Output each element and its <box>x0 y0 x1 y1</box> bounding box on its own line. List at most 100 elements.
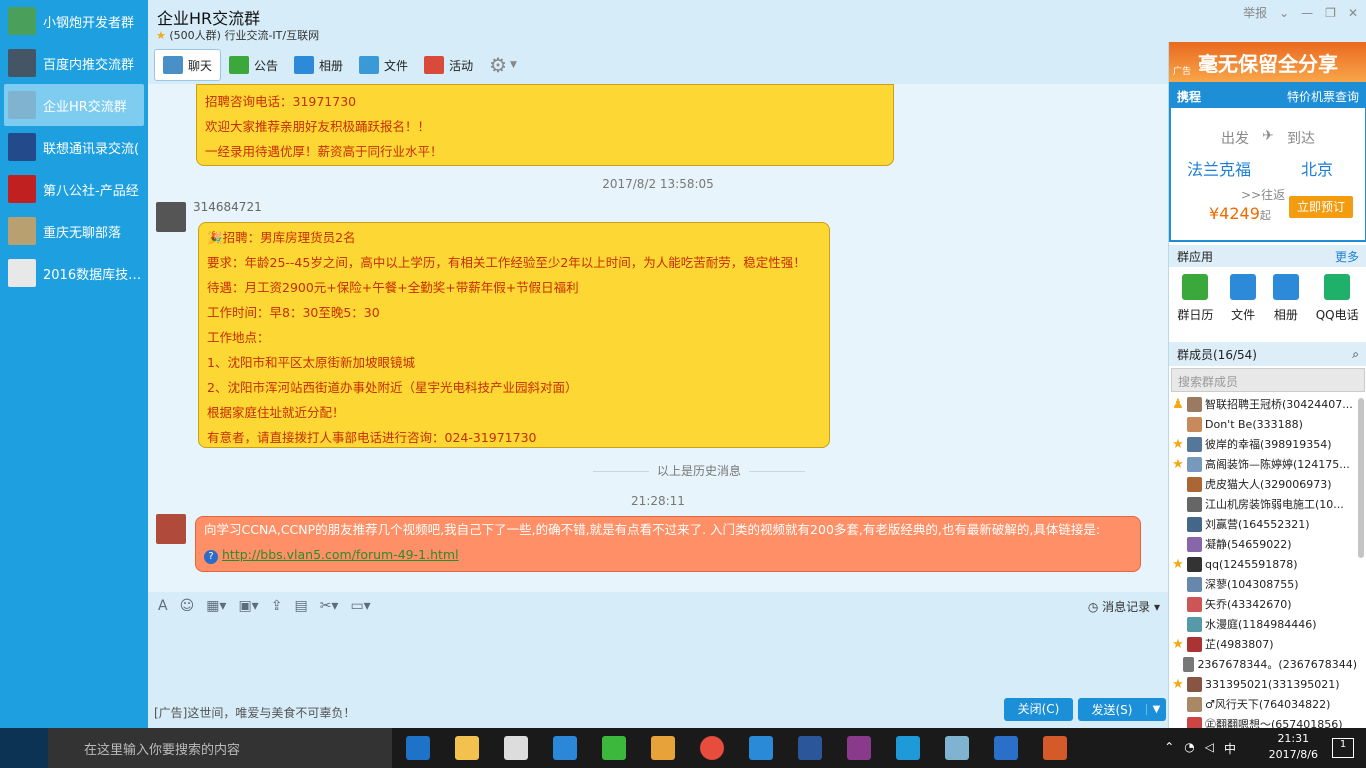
tab-activity[interactable]: 活动 <box>416 49 481 81</box>
member-list[interactable]: ♟ 智联招聘王冠桥(30424407... Don't Be(333188) ★ 彼岸的… <box>1169 394 1357 728</box>
sidebar-item[interactable]: 百度内推交流群 <box>0 42 148 84</box>
image-icon[interactable]: ▣▾ <box>238 598 258 614</box>
member-search-input[interactable]: 搜索群成员 <box>1171 368 1365 392</box>
baidu-cloud-icon[interactable] <box>896 736 920 760</box>
message-input[interactable] <box>148 620 1168 700</box>
send-button[interactable]: 发送(S) ▼ <box>1078 698 1166 721</box>
taskbar-search[interactable]: 在这里输入你要搜索的内容 <box>48 728 392 768</box>
ie-icon[interactable] <box>749 736 773 760</box>
member-item[interactable]: ★ 高阁装饰—陈婷婷(124175... <box>1169 454 1357 474</box>
notification-icon[interactable]: 1 <box>1332 738 1354 758</box>
tab-folder[interactable]: 文件 <box>351 49 416 81</box>
message-record-button[interactable]: ◷ 消息记录 ▾ <box>1088 598 1160 615</box>
member-item[interactable]: 水漫庭(1184984446) <box>1169 614 1357 634</box>
sidebar-item[interactable]: 第八公社-产品经 <box>0 168 148 210</box>
member-item[interactable]: 江山机房装饰弱电施工(10... <box>1169 494 1357 514</box>
member-item[interactable]: 2367678344。(2367678344) <box>1169 654 1357 674</box>
font-icon[interactable]: A <box>158 598 168 614</box>
app-phone[interactable]: QQ电话 <box>1316 274 1359 332</box>
iqiyi-icon[interactable] <box>602 736 626 760</box>
chat-history[interactable]: 招聘咨询电话：31971730 欢迎大家推荐亲朋好友积极踊跃报名！！ 一经录用待… <box>148 84 1168 592</box>
member-item[interactable]: ♟ 智联招聘王冠桥(30424407... <box>1169 394 1357 414</box>
store-icon[interactable] <box>504 736 528 760</box>
ctrip-ad[interactable]: 携程 特价机票查询 出发 ✈ 到达 法兰克福 北京 >>往返 ¥4249起 立即预订 <box>1169 82 1366 242</box>
chevron-down-icon[interactable]: ⌄ <box>1279 6 1289 20</box>
member-item[interactable]: 矢乔(43342670) <box>1169 594 1357 614</box>
package-icon[interactable] <box>651 736 675 760</box>
winrar-icon[interactable] <box>847 736 871 760</box>
avatar[interactable] <box>156 202 186 232</box>
bird-icon[interactable] <box>553 736 577 760</box>
avatar[interactable] <box>156 514 186 544</box>
message-line: 待遇：月工资2900元+保险+午餐+全勤奖+带薪年假+节假日福利 <box>207 280 579 295</box>
avatar <box>1187 456 1202 472</box>
paint-icon[interactable] <box>1043 736 1067 760</box>
sidebar-item[interactable]: 小钢炮开发者群 <box>0 0 148 42</box>
upload-icon[interactable]: ⇪ <box>271 598 283 614</box>
member-item[interactable]: ★ 彼岸的幸福(398919354) <box>1169 434 1357 454</box>
member-item[interactable]: 深蓼(104308755) <box>1169 574 1357 594</box>
tab-photo[interactable]: 相册 <box>286 49 351 81</box>
sidebar-item[interactable]: 2016数据库技术: <box>0 252 148 294</box>
emoji-icon[interactable]: ☺ <box>180 598 195 614</box>
member-item[interactable]: ★ 芷(4983807) <box>1169 634 1357 654</box>
tab-flag[interactable]: 公告 <box>221 49 286 81</box>
message-bubble: 招聘咨询电话：31971730 欢迎大家推荐亲朋好友积极踊跃报名！！ 一经录用待… <box>196 84 894 166</box>
chrome-icon[interactable] <box>700 736 724 760</box>
app-file[interactable]: 文件 <box>1230 274 1257 332</box>
tab-chat[interactable]: 聊天 <box>154 49 222 81</box>
box-icon[interactable]: ▤ <box>294 598 307 614</box>
message-timestamp: 2017/8/2 13:58:05 <box>602 177 714 191</box>
message-link[interactable]: http://bbs.vlan5.com/forum-49-1.html <box>222 547 459 562</box>
message-line: 有意者，请直接拨打人事部电话进行咨询：024-31971730 <box>207 430 537 445</box>
edge-icon[interactable] <box>406 736 430 760</box>
minimize-icon[interactable]: — <box>1301 6 1313 20</box>
member-item[interactable]: ★ 331395021(331395021) <box>1169 674 1357 694</box>
more-apps-link[interactable]: 更多 <box>1335 248 1359 265</box>
search-icon[interactable]: ⌕ <box>1352 347 1359 362</box>
folder-icon[interactable] <box>455 736 479 760</box>
sidebar-item[interactable]: 联想通讯录交流( <box>0 126 148 168</box>
ime-indicator[interactable]: 中 <box>1224 740 1236 757</box>
chevron-down-icon: ▼ <box>510 60 517 70</box>
message-line: 1、沈阳市和平区太原街新加坡眼镜城 <box>207 355 415 370</box>
qq-group-icon[interactable] <box>945 736 969 760</box>
message-bubble: 🎉招聘：男库房理货员2名 要求：年龄25--45岁之间，高中以上学历，有相关工作… <box>198 222 830 448</box>
member-item[interactable]: 刘赢营(164552321) <box>1169 514 1357 534</box>
member-item[interactable]: ㊣翻翻嗯想～(657401856) <box>1169 714 1357 728</box>
avatar <box>1187 676 1202 692</box>
report-button[interactable]: 举报 <box>1243 4 1267 21</box>
wifi-icon[interactable]: ◔ <box>1184 740 1194 754</box>
app-calendar[interactable]: 群日历 <box>1177 274 1213 332</box>
ctrip-route: >>往返 <box>1241 188 1286 202</box>
sender-name[interactable]: 314684721 <box>193 200 262 214</box>
member-item[interactable]: 凝静(54659022) <box>1169 534 1357 554</box>
member-name: 深蓼(104308755) <box>1205 578 1299 591</box>
start-button[interactable] <box>0 728 48 768</box>
word-icon[interactable] <box>798 736 822 760</box>
close-icon[interactable]: ✕ <box>1348 6 1358 20</box>
scrollbar[interactable] <box>1358 398 1364 558</box>
gift-icon[interactable]: ▦▾ <box>206 598 226 614</box>
close-button[interactable]: 关闭(C) <box>1004 698 1073 721</box>
member-item[interactable]: ♂风行天下(764034822) <box>1169 694 1357 714</box>
book-now-button[interactable]: 立即预订 <box>1289 196 1353 218</box>
sidebar-item[interactable]: 企业HR交流群 <box>4 84 144 126</box>
member-item[interactable]: ★ qq(1245591878) <box>1169 554 1357 574</box>
member-item[interactable]: 虎皮猫大人(329006973) <box>1169 474 1357 494</box>
ad-banner[interactable]: 毫无保留全分享 广告 <box>1169 42 1366 82</box>
sidebar-item[interactable]: 重庆无聊部落 <box>0 210 148 252</box>
more-tools-icon[interactable]: ▭▾ <box>350 598 370 614</box>
group-avatar <box>8 133 36 161</box>
member-item[interactable]: Don't Be(333188) <box>1169 414 1357 434</box>
clock[interactable]: 21:31 2017/8/6 <box>1269 731 1318 763</box>
app-album[interactable]: 相册 <box>1272 274 1299 332</box>
settings-button[interactable]: ⚙ ▼ <box>481 49 525 81</box>
scissors-icon[interactable]: ✂▾ <box>320 598 339 614</box>
ad-text[interactable]: [广告]这世间，唯爱与美食不可辜负！ <box>154 704 355 721</box>
volume-icon[interactable]: ◁ <box>1205 740 1214 754</box>
chevron-up-icon[interactable]: ⌃ <box>1164 740 1174 754</box>
maximize-icon[interactable]: ❐ <box>1325 6 1336 20</box>
chevron-down-icon[interactable]: ▼ <box>1146 704 1166 715</box>
shield-icon[interactable] <box>994 736 1018 760</box>
